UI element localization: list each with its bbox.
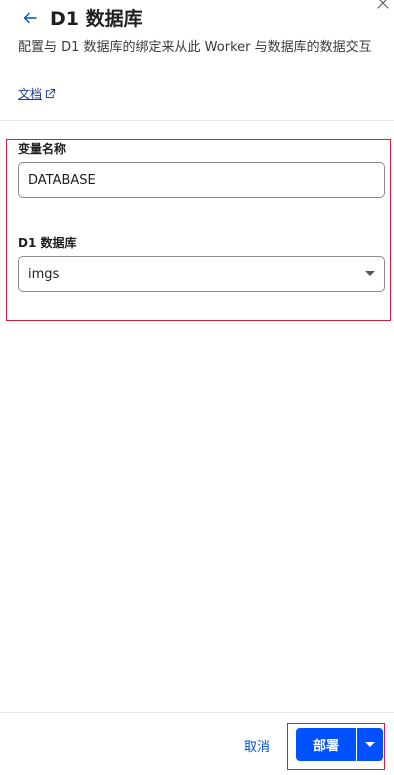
- close-button[interactable]: [374, 0, 392, 12]
- panel-description: 配置与 D1 数据库的绑定来从此 Worker 与数据库的数据交互: [18, 40, 372, 55]
- footer-divider: [0, 712, 394, 713]
- back-button[interactable]: [18, 6, 42, 30]
- d1-database-select[interactable]: imgs: [18, 256, 385, 292]
- variable-name-value: DATABASE: [28, 172, 96, 188]
- close-icon: [377, 0, 389, 9]
- chevron-down-icon: [365, 271, 375, 276]
- docs-link[interactable]: 文档: [18, 85, 56, 102]
- deploy-options-button[interactable]: [357, 728, 383, 761]
- header-divider: [0, 120, 394, 121]
- cancel-button[interactable]: 取消: [244, 736, 270, 755]
- arrow-left-icon: [23, 12, 37, 24]
- page-title: D1 数据库: [50, 8, 143, 30]
- caret-down-icon: [365, 742, 375, 747]
- d1-database-selected: imgs: [28, 266, 60, 282]
- variable-name-label: 变量名称: [18, 142, 67, 156]
- external-link-icon: [45, 88, 56, 99]
- docs-link-label: 文档: [18, 87, 43, 101]
- deploy-button[interactable]: 部署: [296, 728, 356, 761]
- d1-database-label: D1 数据库: [18, 236, 77, 250]
- d1-binding-panel: D1 数据库 配置与 D1 数据库的绑定来从此 Worker 与数据库的数据交互…: [0, 0, 394, 775]
- variable-name-input[interactable]: DATABASE: [18, 162, 385, 198]
